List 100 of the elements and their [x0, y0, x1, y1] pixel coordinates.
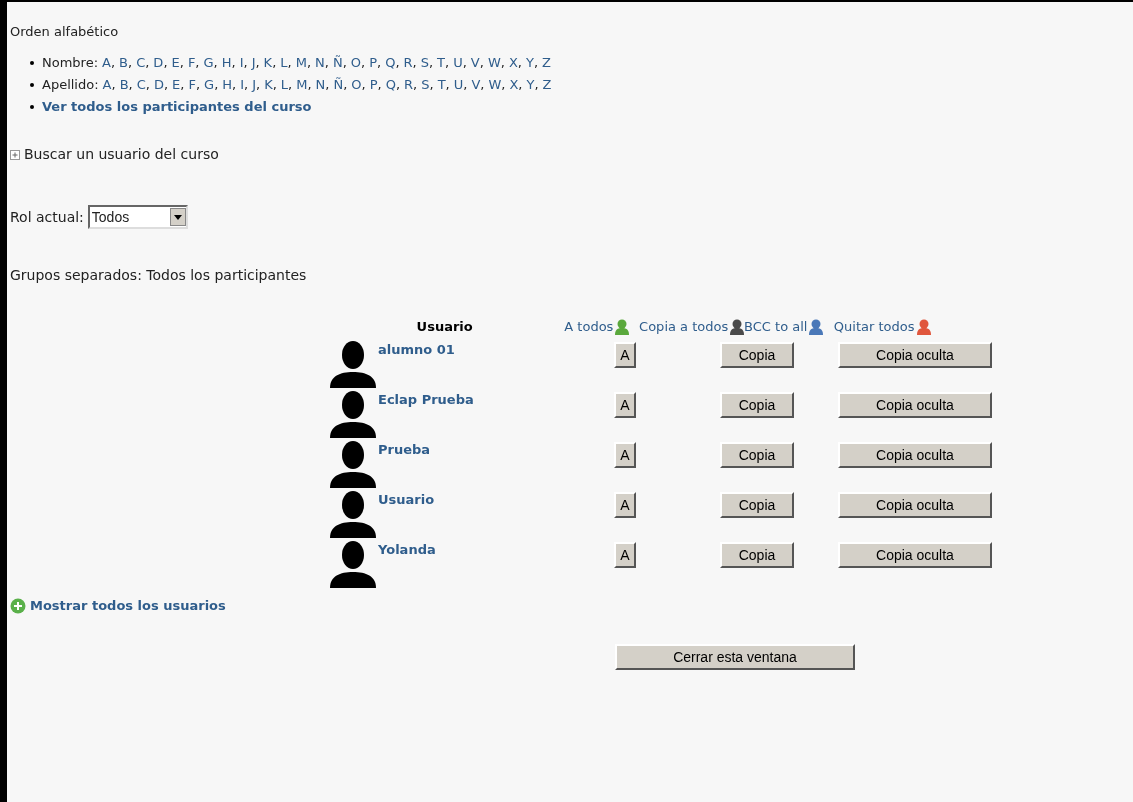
letter-link[interactable]: X	[508, 52, 518, 74]
comma-separator: ,	[361, 54, 366, 72]
cc-button[interactable]: Copia	[720, 542, 794, 568]
letter-link[interactable]: U	[453, 74, 464, 96]
bullet-icon	[30, 61, 34, 65]
letter-link[interactable]: Ñ	[332, 52, 343, 74]
bcc-button[interactable]: Copia oculta	[838, 342, 992, 368]
comma-separator: ,	[343, 76, 348, 94]
search-toggle-label[interactable]: Buscar un usuario del curso	[24, 144, 219, 165]
header-link[interactable]: Quitar todos	[833, 317, 915, 337]
user-link[interactable]: Prueba	[378, 440, 614, 460]
bcc-button[interactable]: Copia oculta	[838, 392, 992, 418]
comma-separator: ,	[413, 76, 418, 94]
comma-separator: ,	[256, 76, 261, 94]
to-button[interactable]: A	[614, 392, 636, 418]
letter-link[interactable]: H	[221, 52, 232, 74]
letter-link[interactable]: G	[204, 74, 215, 96]
cc-button[interactable]: Copia	[720, 342, 794, 368]
comma-separator: ,	[479, 54, 484, 72]
letter-link[interactable]: L	[280, 52, 288, 74]
header-link[interactable]: BCC to all	[744, 317, 808, 337]
letter-link[interactable]: V	[470, 52, 480, 74]
letter-link[interactable]: I	[239, 52, 244, 74]
close-button[interactable]: Cerrar esta ventana	[615, 643, 855, 670]
letter-link[interactable]: M	[295, 52, 307, 74]
header-link[interactable]: A todos	[564, 317, 614, 337]
comma-separator: ,	[287, 54, 292, 72]
letter-link[interactable]: Z	[542, 52, 551, 74]
letter-link[interactable]: O	[351, 74, 362, 96]
user-link[interactable]: Yolanda	[378, 540, 614, 560]
header-link[interactable]: Copia a todos	[639, 317, 729, 337]
letter-link[interactable]: Y	[525, 52, 534, 74]
letter-link[interactable]: T	[437, 74, 446, 96]
letter-link[interactable]: D	[153, 52, 164, 74]
letter-link[interactable]: M	[296, 74, 308, 96]
letter-link[interactable]: C	[136, 74, 146, 96]
bcc-button[interactable]: Copia oculta	[838, 492, 992, 518]
letter-link[interactable]: N	[315, 52, 325, 74]
letter-link[interactable]: R	[403, 52, 413, 74]
letter-link[interactable]: E	[171, 52, 180, 74]
user-link[interactable]: Usuario	[378, 490, 614, 510]
comma-separator: ,	[288, 76, 293, 94]
letter-link[interactable]: H	[222, 74, 233, 96]
letter-link[interactable]: W	[487, 52, 501, 74]
cc-button[interactable]: Copia	[720, 442, 794, 468]
letter-link[interactable]: T	[437, 52, 446, 74]
expand-icon[interactable]	[10, 149, 20, 160]
letter-link[interactable]: B	[119, 52, 128, 74]
comma-separator: ,	[179, 54, 184, 72]
letter-link[interactable]: N	[315, 74, 326, 96]
letter-link[interactable]: Q	[385, 52, 396, 74]
role-dropdown[interactable]: Todos	[87, 205, 188, 229]
letter-link[interactable]: F	[187, 52, 196, 74]
letter-link[interactable]: O	[350, 52, 361, 74]
to-button[interactable]: A	[614, 542, 636, 568]
comma-separator: ,	[244, 76, 249, 94]
letter-link[interactable]: P	[369, 74, 378, 96]
comma-separator: ,	[480, 76, 485, 94]
comma-separator: ,	[128, 54, 133, 72]
letter-link[interactable]: V	[471, 74, 481, 96]
cc-button[interactable]: Copia	[720, 392, 794, 418]
letter-link[interactable]: K	[264, 74, 273, 96]
letter-link[interactable]: G	[203, 52, 214, 74]
letter-link[interactable]: A	[102, 74, 112, 96]
groups-text: Grupos separados: Todos los participantes	[10, 266, 308, 285]
letter-link[interactable]: J	[251, 52, 256, 74]
role-label: Rol actual:	[10, 207, 84, 227]
to-button[interactable]: A	[614, 492, 636, 518]
participants-link[interactable]: Ver todos los participantes del curso	[42, 96, 312, 118]
person-icon[interactable]	[809, 319, 824, 335]
letter-link[interactable]: B	[119, 74, 129, 96]
user-link[interactable]: Eclap Prueba	[378, 390, 614, 410]
bcc-button[interactable]: Copia oculta	[838, 442, 992, 468]
letter-link[interactable]: S	[421, 74, 430, 96]
comma-separator: ,	[324, 54, 329, 72]
letter-link[interactable]: W	[488, 74, 502, 96]
person-icon[interactable]	[730, 319, 745, 335]
to-button[interactable]: A	[614, 442, 636, 468]
bcc-button[interactable]: Copia oculta	[838, 542, 992, 568]
letter-link[interactable]: Q	[385, 74, 396, 96]
letter-link[interactable]: S	[420, 52, 429, 74]
letter-link[interactable]: A	[102, 52, 111, 74]
letter-link[interactable]: Y	[526, 74, 535, 96]
comma-separator: ,	[163, 54, 168, 72]
letter-link[interactable]: Ñ	[333, 74, 344, 96]
letter-link[interactable]: I	[240, 74, 245, 96]
letter-link[interactable]: P	[369, 52, 377, 74]
comma-separator: ,	[272, 76, 277, 94]
comma-separator: ,	[111, 76, 116, 94]
user-link[interactable]: alumno 01	[378, 340, 614, 360]
letter-link[interactable]: J	[252, 74, 256, 96]
letter-link[interactable]: Z	[542, 74, 552, 96]
letter-link[interactable]: F	[188, 74, 196, 96]
letter-link[interactable]: D	[153, 74, 164, 96]
person-icon[interactable]	[916, 319, 931, 335]
to-button[interactable]: A	[614, 342, 636, 368]
cc-button[interactable]: Copia	[720, 492, 794, 518]
show-all-link[interactable]: Mostrar todos los usuarios	[30, 596, 226, 616]
letter-link[interactable]: U	[453, 52, 463, 74]
comma-separator: ,	[361, 76, 366, 94]
